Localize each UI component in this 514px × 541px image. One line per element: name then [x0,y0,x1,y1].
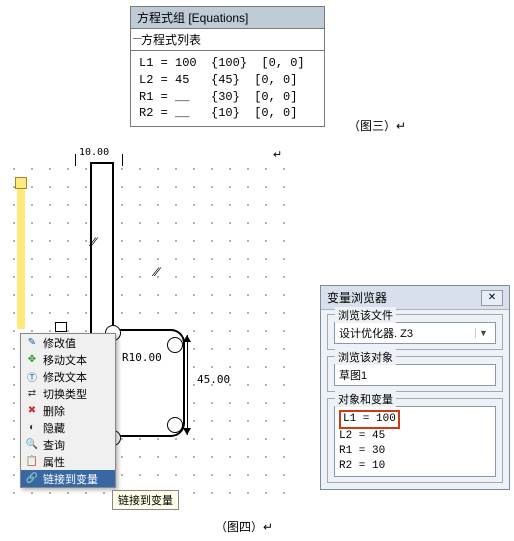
menu-item-label: 修改值 [43,335,76,351]
browse-object-label: 浏览该对象 [335,349,396,365]
menu-item-edit-text[interactable]: Ⓣ 修改文本 [21,368,115,385]
right-dimension-line [187,335,188,435]
radius-handle-icon[interactable] [167,417,183,433]
equations-panel-title: 方程式组 [Equations] [131,7,324,29]
equations-panel: 方程式组 [Equations] 方程式列表 L1 = 100 {100} [0… [130,6,325,127]
menu-item-label: 修改文本 [43,369,87,385]
right-dimension-value[interactable]: 45.00 [197,373,230,386]
figure-three-label: （图三）↵ [348,117,406,134]
variable-row[interactable]: L2 = 45 [339,429,491,444]
return-glyph: ↵ [396,119,406,133]
equations-list-label: 方程式列表 [131,29,324,51]
dimension-handle[interactable] [17,179,25,329]
return-glyph: ↵ [263,520,273,534]
toggle-type-icon: ⇄ [25,387,39,401]
move-text-icon: ✥ [25,353,39,367]
menu-item-toggle-type[interactable]: ⇄ 切换类型 [21,385,115,402]
edit-text-icon: Ⓣ [25,370,39,384]
object-and-vars-label: 对象和变量 [335,391,396,407]
delete-icon: ✖ [25,404,39,418]
file-dropdown-value: 设计优化器. Z3 [339,325,413,341]
property-icon: 📋 [25,455,39,469]
menu-item-label: 切换类型 [43,386,87,402]
variable-row[interactable]: R2 = 10 [339,459,491,474]
variable-row[interactable]: L1 = 100 [339,410,491,429]
radius-dimension-value[interactable]: R10.00 [122,351,162,364]
context-menu-tooltip: 链接到变量 [112,490,179,510]
menu-item-move-text[interactable]: ✥ 移动文本 [21,351,115,368]
menu-item-query[interactable]: 🔍 查询 [21,436,115,453]
menu-item-link-to-var[interactable]: 🔗 链接到变量 [21,470,115,487]
menu-item-label: 链接到变量 [43,471,98,487]
object-field[interactable]: 草图1 [334,364,496,386]
menu-item-delete[interactable]: ✖ 删除 [21,402,115,419]
variable-row[interactable]: R1 = 30 [339,444,491,459]
chevron-down-icon[interactable]: ▼ [475,328,491,338]
figure-four-label: （图四）↵ [215,518,273,535]
variables-list[interactable]: L1 = 100L2 = 45R1 = 30R2 = 10 [334,406,496,477]
radius-handle-icon[interactable] [167,337,183,353]
top-dimension-value[interactable]: 10.00 [79,147,109,158]
link-to-var-icon: 🔗 [25,472,39,486]
menu-item-edit-value[interactable]: ✎ 修改值 [21,334,115,351]
context-menu: ✎ 修改值 ✥ 移动文本 Ⓣ 修改文本 ⇄ 切换类型 ✖ 删除 ◐ 隐藏 🔍 查询 📋 属性 🔗 链接到变量 [20,333,116,488]
break-mark-icon: ⁄⁄ [92,235,104,247]
edit-value-icon: ✎ [25,336,39,350]
close-icon[interactable]: ✕ [481,290,503,306]
constraint-marker-icon [55,322,67,332]
file-dropdown[interactable]: 设计优化器. Z3 ▼ [334,322,496,344]
menu-item-label: 属性 [43,454,65,470]
menu-item-hide[interactable]: ◐ 隐藏 [21,419,115,436]
variable-browser-panel: 变量浏览器 ✕ 浏览该文件 设计优化器. Z3 ▼ 浏览该对象 草图1 对象和变… [320,285,510,490]
hide-icon: ◐ [25,421,39,435]
menu-item-label: 删除 [43,403,65,419]
break-mark-icon: ⁄⁄ [155,265,167,277]
menu-item-property[interactable]: 📋 属性 [21,453,115,470]
menu-item-label: 查询 [43,437,65,453]
equations-list: L1 = 100 {100} [0, 0] L2 = 45 {45} [0, 0… [131,51,324,126]
menu-item-label: 隐藏 [43,420,65,436]
menu-item-label: 移动文本 [43,352,87,368]
variable-browser-title: 变量浏览器 [327,289,387,306]
browse-file-label: 浏览该文件 [335,307,396,323]
query-icon: 🔍 [25,438,39,452]
